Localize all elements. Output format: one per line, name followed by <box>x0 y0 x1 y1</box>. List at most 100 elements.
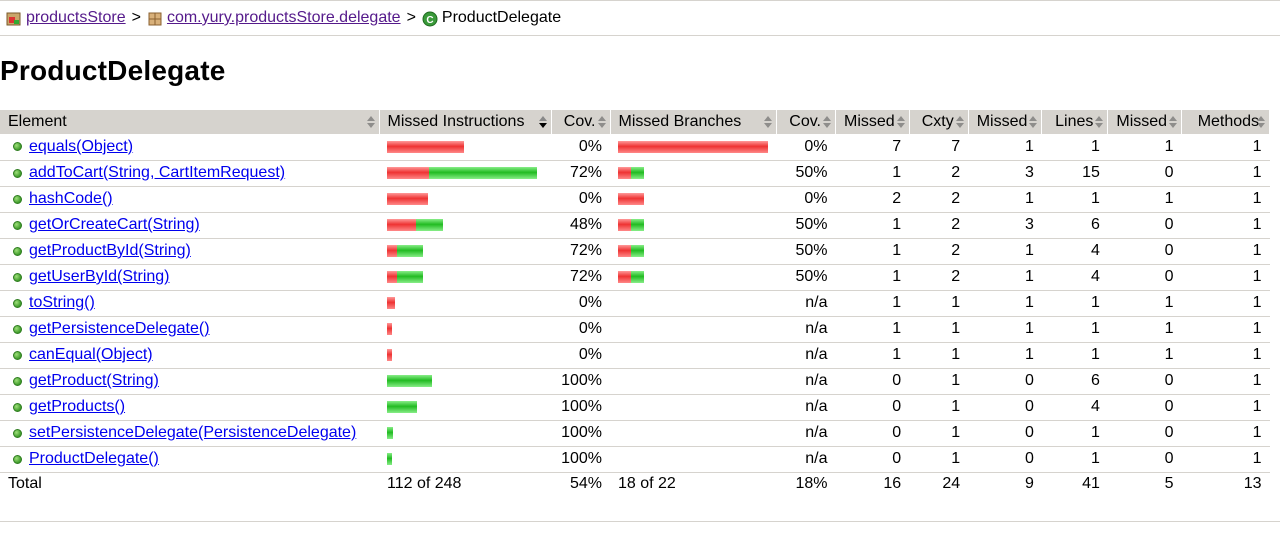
instructions-bar <box>387 427 543 439</box>
method-entry: hashCode() <box>8 190 371 208</box>
method-link[interactable]: getUserById(String) <box>29 268 170 286</box>
header-row: Element Missed Instructions Cov. Missed … <box>0 110 1271 134</box>
instructions-bar <box>387 193 543 205</box>
method-link[interactable]: getProducts() <box>29 398 125 416</box>
total-instr-coverage: 54% <box>569 475 602 493</box>
instructions-bar-cell <box>379 238 552 265</box>
svg-text:C: C <box>426 15 433 26</box>
instructions-bar-cell <box>379 420 552 447</box>
method-entry: toString() <box>8 294 371 312</box>
missed-methods: 1 <box>1107 186 1182 213</box>
methods: 1 <box>1181 186 1270 213</box>
col-methods[interactable]: Methods <box>1181 110 1271 134</box>
method-entry: getProduct(String) <box>8 372 371 390</box>
branches-bar <box>618 167 768 179</box>
breadcrumb-package[interactable]: com.yury.productsStore.delegate <box>147 9 401 27</box>
branches-coverage: n/a <box>776 316 836 343</box>
breadcrumb-separator: > <box>406 9 416 26</box>
coverage-table: Element Missed Instructions Cov. Missed … <box>0 110 1271 496</box>
lines: 1 <box>1041 186 1108 213</box>
instructions-bar-cell <box>379 290 552 317</box>
branches-bar <box>618 427 768 439</box>
lines: 1 <box>1041 342 1108 369</box>
missed-instructions-bar <box>387 323 392 335</box>
covered-instructions-bar <box>429 167 537 179</box>
missed-branches-bar <box>618 193 644 205</box>
method-link[interactable]: getOrCreateCart(String) <box>29 216 200 234</box>
method-link[interactable]: getProduct(String) <box>29 372 159 390</box>
method-link[interactable]: canEqual(Object) <box>29 346 153 364</box>
method-link[interactable]: hashCode() <box>29 190 113 208</box>
sort-icon <box>1029 116 1038 128</box>
lines: 6 <box>1041 368 1108 395</box>
method-link[interactable]: ProductDelegate() <box>29 450 159 468</box>
element-cell: hashCode() <box>0 186 379 213</box>
total-missed-lines: 9 <box>1024 475 1034 493</box>
col-missed-cxty[interactable]: Missed <box>835 110 910 134</box>
col-element[interactable]: Element <box>0 110 380 134</box>
method-link[interactable]: toString() <box>29 294 95 312</box>
method-icon <box>13 428 22 438</box>
breadcrumb-project-link[interactable]: productsStore <box>26 9 126 27</box>
sort-icon <box>597 116 606 128</box>
branches-bar-cell <box>610 316 777 343</box>
col-cov-branches[interactable]: Cov. <box>776 110 836 134</box>
total-branch-coverage: 18% <box>795 475 828 493</box>
branches-bar-cell <box>610 134 777 161</box>
element-cell: equals(Object) <box>0 134 379 161</box>
method-entry: addToCart(String, CartItemRequest) <box>8 164 371 182</box>
col-cov-instructions[interactable]: Cov. <box>551 110 611 134</box>
missed-methods: 0 <box>1107 420 1182 447</box>
method-icon <box>13 142 22 152</box>
instructions-bar-cell <box>379 342 552 369</box>
branches-coverage: n/a <box>776 342 836 369</box>
element-cell: addToCart(String, CartItemRequest) <box>0 160 379 187</box>
breadcrumb-package-link[interactable]: com.yury.productsStore.delegate <box>167 9 401 27</box>
branches-bar <box>618 401 768 413</box>
method-entry: getProducts() <box>8 398 371 416</box>
covered-instructions-bar <box>416 219 443 231</box>
col-missed-instructions[interactable]: Missed Instructions <box>379 110 552 134</box>
method-icon <box>13 402 22 412</box>
col-missed-lines[interactable]: Missed <box>968 110 1043 134</box>
methods: 1 <box>1181 420 1270 447</box>
col-cxty[interactable]: Cxty <box>909 110 969 134</box>
method-link[interactable]: getProductById(String) <box>29 242 191 260</box>
branches-bar-cell <box>610 186 777 213</box>
col-missed-branches[interactable]: Missed Branches <box>610 110 777 134</box>
table-row: getUserById(String) 72% 50% 1 2 1 4 0 1 <box>0 264 1270 291</box>
method-link[interactable]: addToCart(String, CartItemRequest) <box>29 164 285 182</box>
lines: 1 <box>1041 134 1108 161</box>
branches-coverage: n/a <box>776 446 836 473</box>
table-row: canEqual(Object) 0% n/a 1 1 1 1 1 1 <box>0 342 1270 369</box>
package-icon <box>148 12 162 26</box>
instructions-bar <box>387 297 543 309</box>
missed-instructions-bar <box>387 140 464 153</box>
instructions-coverage: 72% <box>551 160 610 187</box>
missed-methods: 0 <box>1107 212 1182 239</box>
method-link[interactable]: getPersistenceDelegate() <box>29 320 210 338</box>
method-link[interactable]: equals(Object) <box>29 138 133 156</box>
branches-bar-cell <box>610 212 777 239</box>
missed-cxty: 1 <box>835 212 910 239</box>
lines: 1 <box>1041 290 1108 317</box>
breadcrumb-class-label: ProductDelegate <box>441 9 562 26</box>
col-lines[interactable]: Lines <box>1041 110 1109 134</box>
covered-branches-bar <box>631 167 644 179</box>
col-missed-methods[interactable]: Missed <box>1107 110 1183 134</box>
method-link[interactable]: setPersistenceDelegate(PersistenceDelega… <box>29 424 356 442</box>
sort-icon <box>1169 116 1178 128</box>
methods: 1 <box>1181 368 1270 395</box>
missed-cxty: 1 <box>835 290 910 317</box>
element-cell: getPersistenceDelegate() <box>0 316 379 343</box>
branches-bar <box>618 375 768 387</box>
missed-methods: 0 <box>1107 446 1182 473</box>
missed-methods: 1 <box>1107 316 1182 343</box>
sort-icon <box>955 116 964 128</box>
covered-branches-bar <box>631 271 644 283</box>
breadcrumb-project[interactable]: productsStore <box>6 9 126 27</box>
missed-lines: 1 <box>968 342 1042 369</box>
cxty: 2 <box>909 212 969 239</box>
lines: 4 <box>1041 264 1108 291</box>
missed-cxty: 0 <box>835 446 910 473</box>
